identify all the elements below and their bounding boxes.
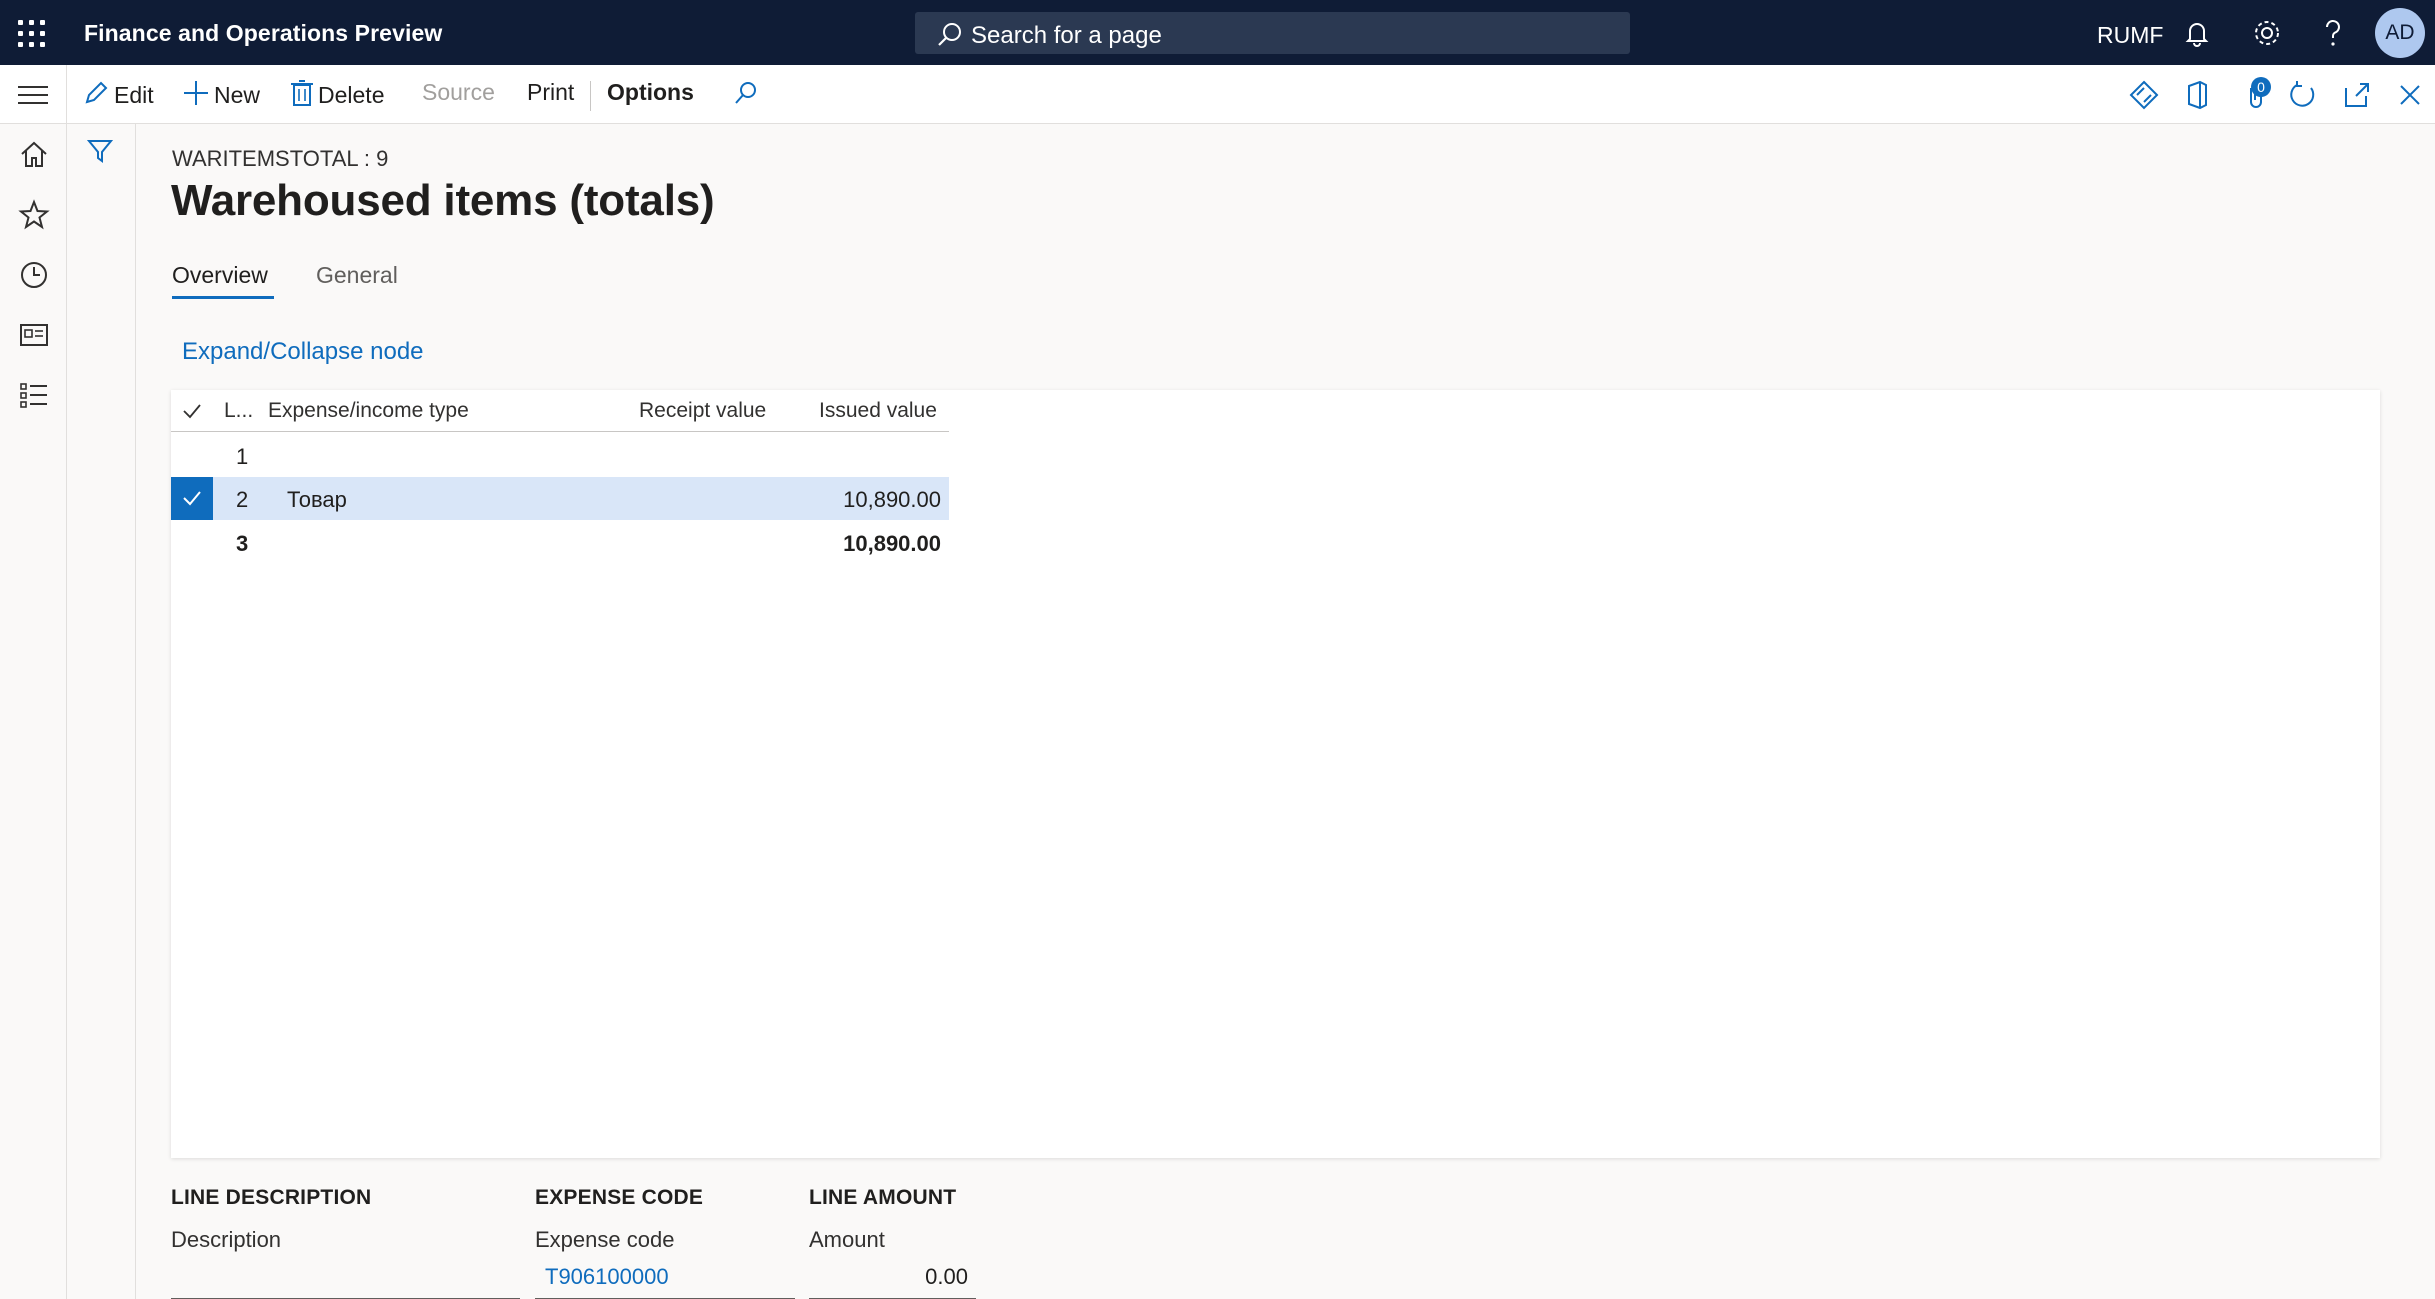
- column-header-line[interactable]: L...: [224, 399, 253, 423]
- column-header-expense-type[interactable]: Expense/income type: [268, 399, 469, 423]
- amount-label: Amount: [809, 1227, 885, 1252]
- pencil-icon: [85, 81, 108, 104]
- description-label: Description: [171, 1227, 282, 1252]
- source-button[interactable]: Source: [422, 79, 495, 111]
- bell-icon[interactable]: [2180, 16, 2214, 50]
- row-selected-checkbox[interactable]: [171, 477, 213, 520]
- search-icon: [938, 23, 961, 46]
- workspaces-icon[interactable]: [17, 318, 51, 352]
- tab-general[interactable]: General: [316, 262, 398, 289]
- app-title[interactable]: Finance and Operations Preview: [84, 20, 442, 47]
- options-button[interactable]: Options: [607, 79, 694, 111]
- amount-field[interactable]: 0.00: [809, 1256, 976, 1299]
- action-separator: [590, 81, 591, 111]
- edit-button[interactable]: Edit: [82, 79, 154, 111]
- filter-icon[interactable]: [87, 138, 113, 164]
- expense-code-group-title: EXPENSE CODE: [535, 1186, 704, 1209]
- action-pane: Edit New Delete Source Print Options 0: [0, 65, 2435, 124]
- table-row[interactable]: 2 Товар 10,890.00: [171, 477, 949, 520]
- record-caption: WARITEMSTOTAL : 9: [172, 146, 389, 171]
- search-input[interactable]: Search for a page: [915, 12, 1630, 54]
- trash-icon: [291, 80, 313, 106]
- amount-value: 0.00: [925, 1264, 968, 1289]
- cell-issued-value: 10,890.00: [843, 531, 941, 556]
- home-icon[interactable]: [17, 138, 51, 172]
- left-navigation: [0, 124, 67, 1299]
- description-field[interactable]: [171, 1256, 520, 1299]
- edit-label: Edit: [114, 82, 154, 108]
- column-header-receipt-value[interactable]: Receipt value: [639, 399, 766, 423]
- print-button[interactable]: Print: [527, 79, 574, 111]
- page-title: Warehoused items (totals): [171, 176, 715, 225]
- open-new-window-icon[interactable]: [2340, 78, 2374, 112]
- expense-code-label: Expense code: [535, 1227, 675, 1252]
- expense-code-value[interactable]: T906100000: [545, 1264, 669, 1290]
- expand-collapse-node-button[interactable]: Expand/Collapse node: [182, 338, 424, 366]
- new-button[interactable]: New: [182, 79, 260, 111]
- expense-code-field[interactable]: T906100000: [535, 1256, 795, 1299]
- grid-header: L... Expense/income type Receipt value I…: [171, 390, 949, 432]
- delete-button[interactable]: Delete: [290, 79, 384, 111]
- favorites-star-icon[interactable]: [17, 198, 51, 232]
- table-row[interactable]: 1: [171, 434, 949, 477]
- refresh-icon[interactable]: [2286, 78, 2320, 112]
- office-icon[interactable]: [2180, 78, 2214, 112]
- modules-list-icon[interactable]: [17, 378, 51, 412]
- delete-label: Delete: [318, 82, 385, 108]
- hamburger-menu-icon[interactable]: [0, 65, 67, 124]
- company-picker[interactable]: RUMF: [2097, 22, 2163, 49]
- lines-grid: L... Expense/income type Receipt value I…: [171, 390, 2380, 1158]
- gear-icon[interactable]: [2250, 16, 2284, 50]
- plus-icon: [184, 81, 208, 105]
- cell-line: 3: [236, 531, 249, 556]
- line-amount-group-title: LINE AMOUNT: [809, 1186, 957, 1209]
- avatar[interactable]: AD: [2375, 8, 2425, 58]
- new-label: New: [214, 82, 261, 108]
- close-icon[interactable]: [2393, 78, 2427, 112]
- search-placeholder: Search for a page: [971, 22, 1162, 49]
- tab-overview[interactable]: Overview: [172, 262, 268, 289]
- recent-clock-icon[interactable]: [17, 258, 51, 292]
- filter-pane: [67, 124, 136, 1299]
- cell-line: 2: [236, 487, 249, 512]
- help-icon[interactable]: [2316, 16, 2350, 50]
- top-navigation-bar: Finance and Operations Preview Search fo…: [0, 0, 2435, 65]
- cell-expense-type: Товар: [287, 487, 347, 512]
- cell-line: 1: [236, 444, 249, 469]
- table-row-total[interactable]: 3 10,890.00: [171, 521, 949, 564]
- action-search-icon[interactable]: [728, 78, 762, 112]
- attachments-count-badge: 0: [2251, 77, 2271, 97]
- active-tab-indicator: [172, 296, 274, 299]
- select-all-checkmark-icon[interactable]: [182, 402, 202, 420]
- power-apps-icon[interactable]: [2127, 78, 2161, 112]
- app-launcher-icon[interactable]: [18, 20, 46, 48]
- checkmark-icon: [183, 491, 201, 506]
- cell-issued-value: 10,890.00: [843, 487, 941, 512]
- line-description-group-title: LINE DESCRIPTION: [171, 1186, 372, 1209]
- column-header-issued-value[interactable]: Issued value: [819, 399, 937, 423]
